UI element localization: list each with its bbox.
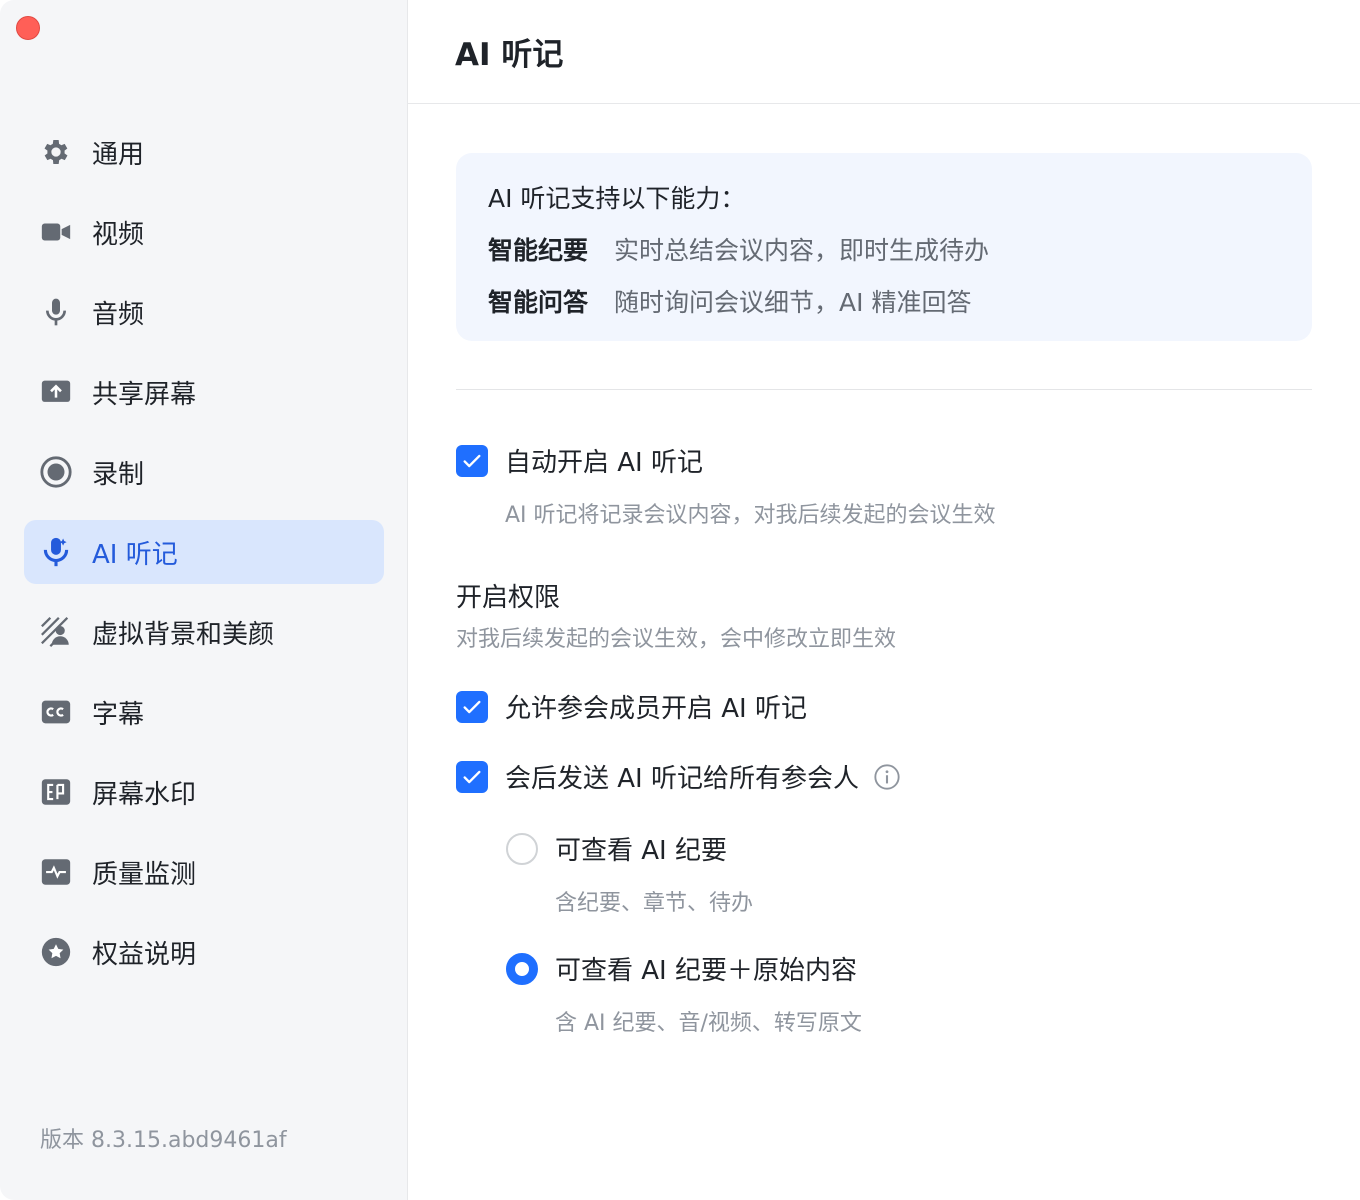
allow-members-label: 允许参会成员开启 AI 听记: [505, 694, 807, 724]
send-after-meeting-option[interactable]: 会后发送 AI 听记给所有参会人: [456, 758, 901, 795]
sidebar-item-label: 字幕: [92, 699, 145, 730]
sidebar-item-ai-notes[interactable]: AI 听记: [24, 520, 384, 584]
ai-notes-icon: [38, 534, 74, 570]
sidebar-item-share-screen[interactable]: 共享屏幕: [24, 360, 384, 424]
share-screen-icon: [38, 374, 74, 410]
view-summary-original-label: 可查看 AI 纪要＋原始内容: [555, 956, 857, 986]
view-summary-label: 可查看 AI 纪要: [555, 836, 727, 866]
sidebar-item-quality-monitor[interactable]: 质量监测: [24, 840, 384, 904]
auto-start-checkbox[interactable]: [456, 444, 488, 477]
sidebar-nav: 通用 视频 音频 共享屏幕 录制 AI 听记 虚拟背景和美颜 字幕 屏幕水印 质…: [24, 120, 384, 1000]
info-row-key: 智能问答: [488, 288, 589, 317]
gear-icon: [38, 134, 74, 170]
sidebar-item-general[interactable]: 通用: [24, 120, 384, 184]
permissions-title: 开启权限: [456, 583, 561, 613]
view-summary-option[interactable]: 可查看 AI 纪要: [506, 830, 727, 867]
sidebar-item-watermark[interactable]: 屏幕水印: [24, 760, 384, 824]
info-row: 智能纪要 实时总结会议内容，即时生成待办: [488, 231, 1280, 271]
auto-start-option[interactable]: 自动开启 AI 听记: [456, 442, 703, 479]
capabilities-info-box: AI 听记支持以下能力： 智能纪要 实时总结会议内容，即时生成待办 智能问答 随时询…: [456, 153, 1312, 341]
microphone-icon: [38, 294, 74, 330]
sidebar-item-label: 权益说明: [92, 939, 197, 970]
info-row-key: 智能纪要: [488, 236, 589, 265]
sidebar-item-label: AI 听记: [92, 539, 178, 570]
check-icon: [463, 454, 481, 467]
view-summary-hint: 含纪要、章节、待办: [555, 891, 754, 916]
check-icon: [463, 770, 481, 783]
sidebar-item-video[interactable]: 视频: [24, 200, 384, 264]
view-summary-original-option[interactable]: 可查看 AI 纪要＋原始内容: [506, 950, 857, 987]
sidebar-item-captions[interactable]: 字幕: [24, 680, 384, 744]
main-header: AI 听记: [408, 0, 1360, 104]
info-row-value: 实时总结会议内容，即时生成待办: [614, 236, 990, 265]
sidebar-item-label: 录制: [92, 459, 145, 490]
watermark-icon: [38, 774, 74, 810]
send-after-meeting-checkbox[interactable]: [456, 760, 488, 793]
sidebar-item-label: 虚拟背景和美颜: [92, 619, 275, 650]
close-window-button[interactable]: [16, 16, 40, 40]
captions-icon: [38, 694, 74, 730]
sidebar-item-label: 视频: [92, 219, 145, 250]
info-row-value: 随时询问会议细节，AI 精准回答: [614, 288, 972, 317]
virtual-background-icon: [38, 614, 74, 650]
send-after-meeting-label: 会后发送 AI 听记给所有参会人: [505, 764, 859, 794]
main-panel: AI 听记 AI 听记支持以下能力： 智能纪要 实时总结会议内容，即时生成待办 智…: [408, 0, 1360, 1200]
sidebar-item-label: 质量监测: [92, 859, 197, 890]
settings-window: 通用 视频 音频 共享屏幕 录制 AI 听记 虚拟背景和美颜 字幕 屏幕水印 质…: [0, 0, 1360, 1200]
sidebar-item-label: 共享屏幕: [92, 379, 197, 410]
check-icon: [463, 700, 481, 713]
auto-start-hint: AI 听记将记录会议内容，对我后续发起的会议生效: [505, 503, 996, 528]
sidebar: 通用 视频 音频 共享屏幕 录制 AI 听记 虚拟背景和美颜 字幕 屏幕水印 质…: [0, 0, 408, 1200]
allow-members-checkbox[interactable]: [456, 690, 488, 723]
video-camera-icon: [38, 214, 74, 250]
allow-members-option[interactable]: 允许参会成员开启 AI 听记: [456, 688, 807, 725]
quality-monitor-icon: [38, 854, 74, 890]
star-badge-icon: [38, 934, 74, 970]
sidebar-item-virtual-background[interactable]: 虚拟背景和美颜: [24, 600, 384, 664]
view-summary-original-hint: 含 AI 纪要、音/视频、转写原文: [555, 1011, 862, 1036]
auto-start-label: 自动开启 AI 听记: [505, 448, 703, 478]
sidebar-item-label: 音频: [92, 299, 145, 330]
view-summary-original-radio[interactable]: [506, 952, 538, 985]
sidebar-item-benefits[interactable]: 权益说明: [24, 920, 384, 984]
sidebar-item-audio[interactable]: 音频: [24, 280, 384, 344]
view-summary-radio[interactable]: [506, 832, 538, 865]
permissions-hint: 对我后续发起的会议生效，会中修改立即生效: [456, 627, 897, 652]
version-label: 版本 8.3.15.abd9461af: [40, 1128, 287, 1153]
sidebar-item-label: 通用: [92, 139, 145, 170]
divider: [456, 389, 1312, 390]
record-icon: [38, 454, 74, 490]
info-icon[interactable]: [873, 763, 901, 791]
sidebar-item-label: 屏幕水印: [92, 779, 197, 810]
page-title: AI 听记: [455, 37, 564, 73]
info-row: 智能问答 随时询问会议细节，AI 精准回答: [488, 283, 1280, 323]
sidebar-item-record[interactable]: 录制: [24, 440, 384, 504]
info-title: AI 听记支持以下能力：: [488, 184, 746, 213]
